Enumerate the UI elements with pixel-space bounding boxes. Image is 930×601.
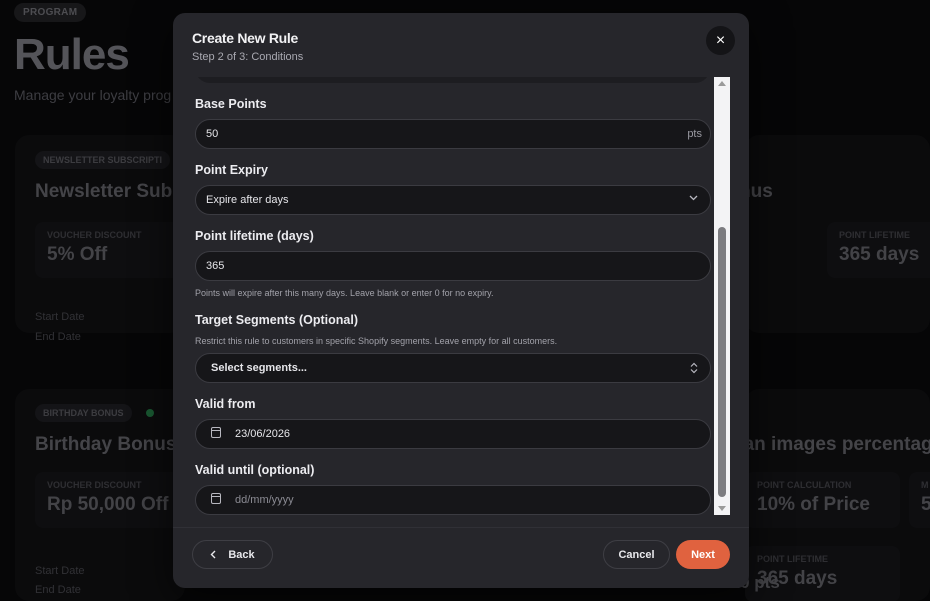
conditions-form[interactable]: Base Points 50 pts Point Expiry Expire a… [192,77,730,515]
points-suffix: pts [687,128,702,140]
modal-step-indicator: Step 2 of 3: Conditions [192,51,304,63]
calendar-icon [211,427,221,438]
create-rule-modal: Create New Rule Step 2 of 3: Conditions … [173,13,749,588]
back-label: Back [228,548,255,561]
valid-from-label: Valid from [195,397,256,411]
base-points-label: Base Points [195,97,267,111]
point-expiry-label: Point Expiry [195,163,268,177]
point-lifetime-help: Points will expire after this many days.… [195,288,494,298]
modal-title: Create New Rule [192,30,298,46]
close-button[interactable]: × [706,26,735,55]
target-segments-help: Restrict this rule to customers in speci… [195,336,558,346]
calendar-icon [211,493,221,504]
scrollbar-thumb[interactable] [718,227,726,497]
point-lifetime-input[interactable]: 365 [195,251,711,281]
base-points-input[interactable]: 50 pts [195,119,711,149]
cancel-button[interactable]: Cancel [603,540,670,569]
point-expiry-value: Expire after days [206,194,289,206]
scroll-up-arrow-icon[interactable] [718,81,726,86]
valid-until-placeholder: dd/mm/yyyy [235,494,294,506]
chevron-down-icon [689,195,698,201]
segments-placeholder: Select segments... [211,362,307,374]
valid-from-date-input[interactable]: 23/06/2026 [195,419,711,449]
target-segments-select[interactable]: Select segments... [195,353,711,383]
chevron-left-icon [210,550,216,559]
target-segments-label: Target Segments (Optional) [195,313,358,327]
next-label: Next [691,548,715,561]
valid-until-date-input[interactable]: dd/mm/yyyy [195,485,711,515]
form-scrollbar[interactable] [714,77,730,515]
footer-divider [173,527,749,528]
point-lifetime-value: 365 [206,260,225,272]
close-icon: × [715,31,726,49]
valid-until-label: Valid until (optional) [195,463,315,477]
point-expiry-select[interactable]: Expire after days [195,185,711,215]
previous-field-partial[interactable] [195,77,710,83]
valid-from-value: 23/06/2026 [235,428,291,440]
chevron-up-down-icon [690,362,698,374]
point-lifetime-label: Point lifetime (days) [195,229,314,243]
base-points-value: 50 [206,128,219,140]
scroll-down-arrow-icon[interactable] [718,506,726,511]
back-button[interactable]: Back [192,540,273,569]
next-button[interactable]: Next [676,540,730,569]
cancel-label: Cancel [618,548,655,561]
